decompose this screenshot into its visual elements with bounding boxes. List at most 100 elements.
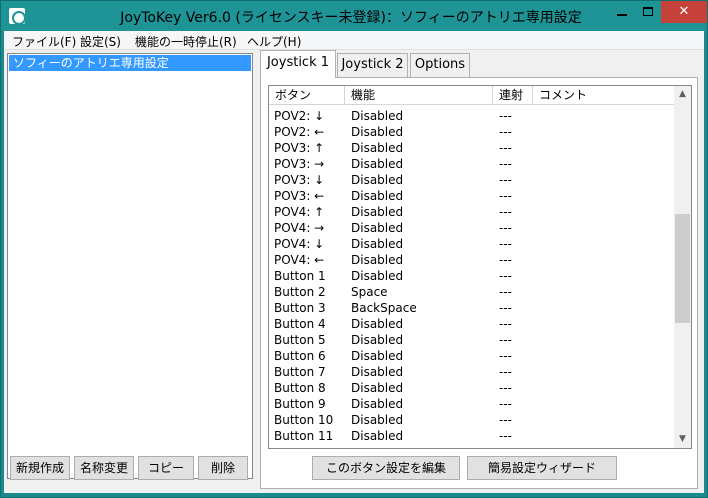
scrollbar-thumb[interactable]: [675, 214, 690, 323]
row-rapid-cell: ---: [499, 189, 512, 203]
row-function-cell: Disabled: [351, 221, 404, 235]
row-function-cell: Disabled: [351, 157, 404, 171]
row-rapid-cell: ---: [499, 237, 512, 251]
row-button-cell: POV4: →: [274, 221, 325, 235]
row-rapid-cell: ---: [499, 413, 512, 427]
window-title: JoyToKey Ver6.0 (ライセンスキー未登録)：ソフィーのアトリエ専用…: [120, 10, 582, 26]
row-button-cell: POV3: →: [274, 157, 325, 171]
table-row[interactable]: POV2: ← Disabled ---: [269, 124, 675, 140]
table-row[interactable]: POV3: ← Disabled ---: [269, 188, 675, 204]
row-rapid-cell: ---: [499, 173, 512, 187]
row-function-cell: BackSpace: [351, 301, 417, 315]
row-rapid-cell: ---: [499, 429, 512, 443]
row-function-cell: Disabled: [351, 141, 404, 155]
menu-file[interactable]: ファイル(F): [12, 33, 76, 50]
tab-joystick-2[interactable]: Joystick 2: [337, 53, 408, 77]
copy-profile-button[interactable]: コピー: [138, 456, 194, 480]
row-button-cell: Button 6: [274, 349, 326, 363]
column-header-rapid[interactable]: 連射: [493, 86, 533, 105]
row-button-cell: Button 1: [274, 269, 326, 283]
row-function-cell: Disabled: [351, 333, 404, 347]
row-rapid-cell: ---: [499, 381, 512, 395]
row-function-cell: Disabled: [351, 381, 404, 395]
profile-list[interactable]: ソフィーのアトリエ専用設定: [7, 53, 253, 479]
delete-profile-button[interactable]: 削除: [198, 456, 248, 480]
table-row[interactable]: Button 4 Disabled ---: [269, 316, 675, 332]
row-rapid-cell: ---: [499, 157, 512, 171]
table-row[interactable]: Button 7 Disabled ---: [269, 364, 675, 380]
row-rapid-cell: ---: [499, 109, 512, 123]
profile-item-selected[interactable]: ソフィーのアトリエ専用設定: [9, 55, 251, 71]
row-function-cell: Space: [351, 285, 388, 299]
table-row[interactable]: POV4: ↓ Disabled ---: [269, 236, 675, 252]
row-button-cell: POV4: ↓: [274, 237, 325, 251]
table-row[interactable]: POV2: ↓ Disabled ---: [269, 108, 675, 124]
minimize-button[interactable]: [609, 1, 635, 23]
row-button-cell: Button 3: [274, 301, 326, 315]
quick-setup-wizard-button[interactable]: 簡易設定ウィザード: [467, 456, 617, 480]
table-row[interactable]: Button 9 Disabled ---: [269, 396, 675, 412]
vertical-scrollbar[interactable]: ▲ ▼: [674, 86, 691, 448]
maximize-icon: [643, 7, 653, 16]
table-row[interactable]: POV3: ↓ Disabled ---: [269, 172, 675, 188]
row-rapid-cell: ---: [499, 125, 512, 139]
title-bar[interactable]: JoyToKey Ver6.0 (ライセンスキー未登録)：ソフィーのアトリエ専用…: [1, 1, 707, 31]
row-button-cell: POV4: ↑: [274, 205, 325, 219]
new-profile-button[interactable]: 新規作成: [10, 456, 70, 480]
rename-profile-button[interactable]: 名称変更: [74, 456, 134, 480]
scroll-up-icon[interactable]: ▲: [674, 86, 691, 103]
menu-settings[interactable]: 設定(S): [80, 33, 121, 50]
row-button-cell: Button 9: [274, 397, 326, 411]
table-row[interactable]: Button 2 Space ---: [269, 284, 675, 300]
app-icon[interactable]: [9, 8, 26, 25]
maximize-button[interactable]: [635, 1, 661, 23]
table-row[interactable]: Button 1 Disabled ---: [269, 268, 675, 284]
column-header-button[interactable]: ボタン: [269, 86, 345, 105]
row-button-cell: Button 11: [274, 429, 334, 443]
row-button-cell: Button 5: [274, 333, 326, 347]
close-button[interactable]: ✕: [661, 1, 707, 23]
table-row[interactable]: Button 6 Disabled ---: [269, 348, 675, 364]
row-button-cell: POV3: ←: [274, 189, 325, 203]
table-row[interactable]: POV3: → Disabled ---: [269, 156, 675, 172]
table-row[interactable]: POV3: ↑ Disabled ---: [269, 140, 675, 156]
button-assignment-list[interactable]: ボタン 機能 連射 コメント POV2: ↓ Disabled --- POV2: ←…: [268, 85, 692, 449]
row-function-cell: Disabled: [351, 269, 404, 283]
tab-joystick-1[interactable]: Joystick 1: [260, 50, 336, 78]
client-area: ファイル(F) 設定(S) 機能の一時停止(R) ヘルプ(H) ソフィーのアトリ…: [4, 31, 704, 493]
row-function-cell: Disabled: [351, 349, 404, 363]
column-header-comment[interactable]: コメント: [533, 86, 675, 105]
row-button-cell: POV3: ↑: [274, 141, 325, 155]
menu-pause[interactable]: 機能の一時停止(R): [135, 33, 237, 50]
table-row[interactable]: POV4: → Disabled ---: [269, 220, 675, 236]
row-rapid-cell: ---: [499, 333, 512, 347]
tab-options[interactable]: Options: [410, 53, 470, 77]
list-rows: POV2: ↓ Disabled --- POV2: ← Disabled --- POV3…: [269, 108, 675, 444]
row-function-cell: Disabled: [351, 429, 404, 443]
row-rapid-cell: ---: [499, 397, 512, 411]
row-button-cell: Button 10: [274, 413, 334, 427]
menu-help[interactable]: ヘルプ(H): [247, 33, 301, 50]
table-row[interactable]: POV4: ← Disabled ---: [269, 252, 675, 268]
row-rapid-cell: ---: [499, 269, 512, 283]
row-function-cell: Disabled: [351, 317, 404, 331]
minimize-icon: [617, 13, 627, 16]
table-row[interactable]: POV4: ↑ Disabled ---: [269, 204, 675, 220]
scroll-down-icon[interactable]: ▼: [674, 431, 691, 448]
app-window: JoyToKey Ver6.0 (ライセンスキー未登録)：ソフィーのアトリエ専用…: [0, 0, 708, 498]
row-button-cell: Button 7: [274, 365, 326, 379]
row-rapid-cell: ---: [499, 285, 512, 299]
table-row[interactable]: Button 3 BackSpace ---: [269, 300, 675, 316]
edit-button-setting-button[interactable]: このボタン設定を編集: [312, 456, 460, 480]
table-row[interactable]: Button 5 Disabled ---: [269, 332, 675, 348]
row-function-cell: Disabled: [351, 173, 404, 187]
table-row[interactable]: Button 11 Disabled ---: [269, 428, 675, 444]
joystick-1-panel: ボタン 機能 連射 コメント POV2: ↓ Disabled --- POV2: ←…: [260, 77, 698, 489]
table-row[interactable]: Button 8 Disabled ---: [269, 380, 675, 396]
row-button-cell: Button 2: [274, 285, 326, 299]
menu-bar: ファイル(F) 設定(S) 機能の一時停止(R) ヘルプ(H): [4, 31, 704, 50]
table-row[interactable]: Button 10 Disabled ---: [269, 412, 675, 428]
row-rapid-cell: ---: [499, 141, 512, 155]
column-header-function[interactable]: 機能: [345, 86, 493, 105]
row-function-cell: Disabled: [351, 109, 404, 123]
